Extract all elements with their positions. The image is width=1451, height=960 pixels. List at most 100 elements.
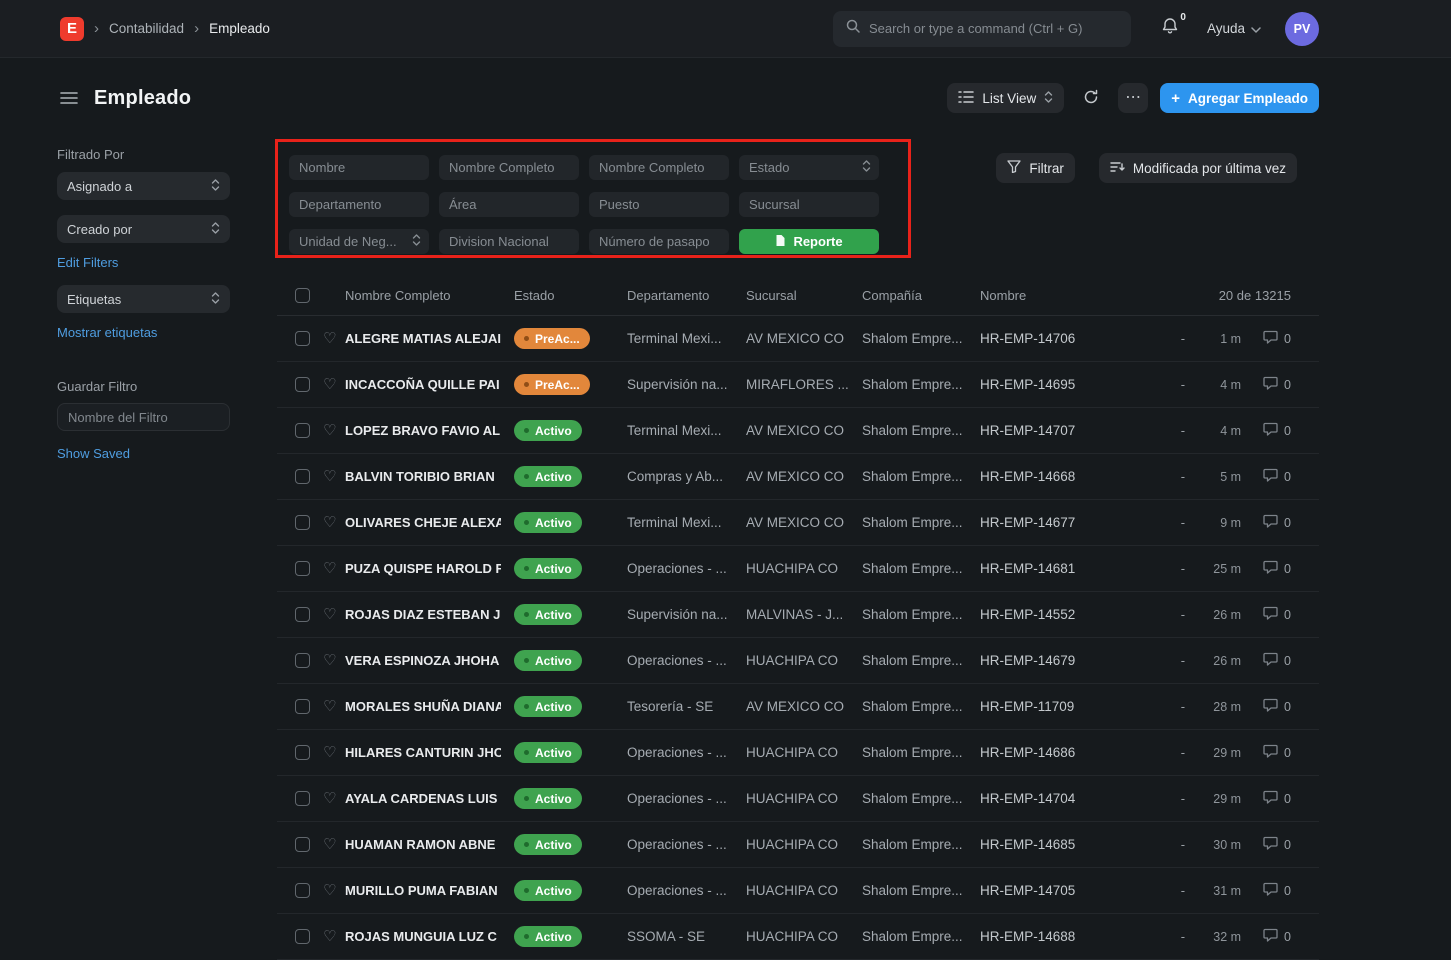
heart-icon[interactable]: ♡ bbox=[323, 607, 339, 622]
heart-icon[interactable]: ♡ bbox=[323, 883, 339, 898]
employee-full-name[interactable]: ROJAS DIAZ ESTEBAN J bbox=[345, 607, 501, 622]
row-checkbox[interactable] bbox=[295, 607, 310, 622]
employee-id[interactable]: HR-EMP-14705 bbox=[980, 883, 1090, 898]
table-row[interactable]: ♡ VERA ESPINOZA JHOHA Activo Operaciones… bbox=[277, 638, 1319, 684]
filter-name-input[interactable] bbox=[57, 403, 230, 431]
employee-id[interactable]: HR-EMP-14686 bbox=[980, 745, 1090, 760]
row-checkbox[interactable] bbox=[295, 331, 310, 346]
search-input[interactable] bbox=[869, 21, 1119, 36]
row-checkbox[interactable] bbox=[295, 883, 310, 898]
filter-nombre-completo-2-input[interactable] bbox=[589, 155, 729, 180]
refresh-button[interactable] bbox=[1076, 83, 1106, 113]
employee-full-name[interactable]: LOPEZ BRAVO FAVIO AL bbox=[345, 423, 501, 438]
report-button[interactable]: Reporte bbox=[739, 229, 879, 254]
heart-icon[interactable]: ♡ bbox=[323, 377, 339, 392]
employee-id[interactable]: HR-EMP-14552 bbox=[980, 607, 1090, 622]
notifications-button[interactable]: 0 bbox=[1161, 17, 1179, 40]
employee-id[interactable]: HR-EMP-14681 bbox=[980, 561, 1090, 576]
employee-full-name[interactable]: PUZA QUISPE HAROLD F bbox=[345, 561, 501, 576]
employee-id[interactable]: HR-EMP-14679 bbox=[980, 653, 1090, 668]
edit-filters-link[interactable]: Edit Filters bbox=[57, 255, 230, 270]
select-all-checkbox[interactable] bbox=[295, 288, 310, 303]
sidebar-toggle-icon[interactable] bbox=[60, 91, 78, 105]
employee-full-name[interactable]: VERA ESPINOZA JHOHA bbox=[345, 653, 501, 668]
filter-estado-select[interactable]: Estado bbox=[739, 155, 879, 180]
table-row[interactable]: ♡ OLIVARES CHEJE ALEXA Activo Terminal M… bbox=[277, 500, 1319, 546]
employee-full-name[interactable]: AYALA CARDENAS LUIS bbox=[345, 791, 501, 806]
filter-numero-pasaporte-input[interactable] bbox=[589, 229, 729, 254]
filter-nombre-input[interactable] bbox=[289, 155, 429, 180]
help-menu[interactable]: Ayuda bbox=[1207, 21, 1261, 36]
table-row[interactable]: ♡ LOPEZ BRAVO FAVIO AL Activo Terminal M… bbox=[277, 408, 1319, 454]
filter-departamento-input[interactable] bbox=[289, 192, 429, 217]
employee-full-name[interactable]: ALEGRE MATIAS ALEJAI bbox=[345, 331, 501, 346]
filter-area-input[interactable] bbox=[439, 192, 579, 217]
filter-division-nacional-input[interactable] bbox=[439, 229, 579, 254]
show-saved-link[interactable]: Show Saved bbox=[57, 446, 230, 461]
more-options-button[interactable]: ⋯ bbox=[1118, 83, 1148, 113]
add-employee-button[interactable]: + Agregar Empleado bbox=[1160, 83, 1319, 113]
row-checkbox[interactable] bbox=[295, 561, 310, 576]
employee-full-name[interactable]: HUAMAN RAMON ABNE bbox=[345, 837, 501, 852]
employee-id[interactable]: HR-EMP-14707 bbox=[980, 423, 1090, 438]
employee-id[interactable]: HR-EMP-14706 bbox=[980, 331, 1090, 346]
table-row[interactable]: ♡ PUZA QUISPE HAROLD F Activo Operacione… bbox=[277, 546, 1319, 592]
table-row[interactable]: ♡ HILARES CANTURIN JHO Activo Operacione… bbox=[277, 730, 1319, 776]
table-row[interactable]: ♡ INCACCOÑA QUILLE PAI PreAc... Supervis… bbox=[277, 362, 1319, 408]
show-tags-link[interactable]: Mostrar etiquetas bbox=[57, 325, 230, 340]
heart-icon[interactable]: ♡ bbox=[323, 331, 339, 346]
employee-full-name[interactable]: INCACCOÑA QUILLE PAI bbox=[345, 377, 501, 392]
employee-full-name[interactable]: HILARES CANTURIN JHO bbox=[345, 745, 501, 760]
header-name[interactable]: Nombre bbox=[980, 288, 1090, 303]
employee-id[interactable]: HR-EMP-14688 bbox=[980, 929, 1090, 944]
header-department[interactable]: Departamento bbox=[627, 288, 746, 303]
heart-icon[interactable]: ♡ bbox=[323, 515, 339, 530]
row-checkbox[interactable] bbox=[295, 699, 310, 714]
row-checkbox[interactable] bbox=[295, 469, 310, 484]
row-checkbox[interactable] bbox=[295, 745, 310, 760]
user-avatar[interactable]: PV bbox=[1285, 12, 1319, 46]
filter-nombre-completo-input[interactable] bbox=[439, 155, 579, 180]
assigned-to-select[interactable]: Asignado a bbox=[57, 172, 230, 200]
view-switcher-button[interactable]: List View bbox=[947, 83, 1064, 113]
employee-full-name[interactable]: OLIVARES CHEJE ALEXA bbox=[345, 515, 501, 530]
table-row[interactable]: ♡ BALVIN TORIBIO BRIAN Activo Compras y … bbox=[277, 454, 1319, 500]
table-row[interactable]: ♡ AYALA CARDENAS LUIS Activo Operaciones… bbox=[277, 776, 1319, 822]
heart-icon[interactable]: ♡ bbox=[323, 653, 339, 668]
row-checkbox[interactable] bbox=[295, 515, 310, 530]
header-status[interactable]: Estado bbox=[514, 288, 627, 303]
row-checkbox[interactable] bbox=[295, 837, 310, 852]
breadcrumb-item-empleado[interactable]: Empleado bbox=[209, 21, 270, 36]
table-row[interactable]: ♡ MURILLO PUMA FABIAN Activo Operaciones… bbox=[277, 868, 1319, 914]
heart-icon[interactable]: ♡ bbox=[323, 745, 339, 760]
table-row[interactable]: ♡ HUAMAN RAMON ABNE Activo Operaciones -… bbox=[277, 822, 1319, 868]
heart-icon[interactable]: ♡ bbox=[323, 423, 339, 438]
table-row[interactable]: ♡ MORALES SHUÑA DIANA Activo Tesorería -… bbox=[277, 684, 1319, 730]
employee-full-name[interactable]: ROJAS MUNGUIA LUZ C bbox=[345, 929, 501, 944]
created-by-select[interactable]: Creado por bbox=[57, 215, 230, 243]
employee-id[interactable]: HR-EMP-14685 bbox=[980, 837, 1090, 852]
employee-full-name[interactable]: MORALES SHUÑA DIANA bbox=[345, 699, 501, 714]
breadcrumb-item-contabilidad[interactable]: Contabilidad bbox=[109, 21, 184, 36]
employee-id[interactable]: HR-EMP-14677 bbox=[980, 515, 1090, 530]
global-search[interactable] bbox=[833, 11, 1131, 47]
table-row[interactable]: ♡ ROJAS DIAZ ESTEBAN J Activo Supervisió… bbox=[277, 592, 1319, 638]
header-company[interactable]: Compañía bbox=[862, 288, 980, 303]
tags-select[interactable]: Etiquetas bbox=[57, 285, 230, 313]
row-checkbox[interactable] bbox=[295, 791, 310, 806]
heart-icon[interactable]: ♡ bbox=[323, 469, 339, 484]
employee-id[interactable]: HR-EMP-14695 bbox=[980, 377, 1090, 392]
filter-sucursal-input[interactable] bbox=[739, 192, 879, 217]
employee-full-name[interactable]: BALVIN TORIBIO BRIAN bbox=[345, 469, 501, 484]
row-checkbox[interactable] bbox=[295, 377, 310, 392]
row-checkbox[interactable] bbox=[295, 929, 310, 944]
table-row[interactable]: ♡ ALEGRE MATIAS ALEJAI PreAc... Terminal… bbox=[277, 316, 1319, 362]
employee-id[interactable]: HR-EMP-14668 bbox=[980, 469, 1090, 484]
employee-full-name[interactable]: MURILLO PUMA FABIAN bbox=[345, 883, 501, 898]
heart-icon[interactable]: ♡ bbox=[323, 929, 339, 944]
row-checkbox[interactable] bbox=[295, 653, 310, 668]
heart-icon[interactable]: ♡ bbox=[323, 791, 339, 806]
sort-button[interactable]: Modificada por última vez bbox=[1099, 153, 1297, 183]
app-logo[interactable]: E bbox=[60, 17, 84, 41]
row-checkbox[interactable] bbox=[295, 423, 310, 438]
